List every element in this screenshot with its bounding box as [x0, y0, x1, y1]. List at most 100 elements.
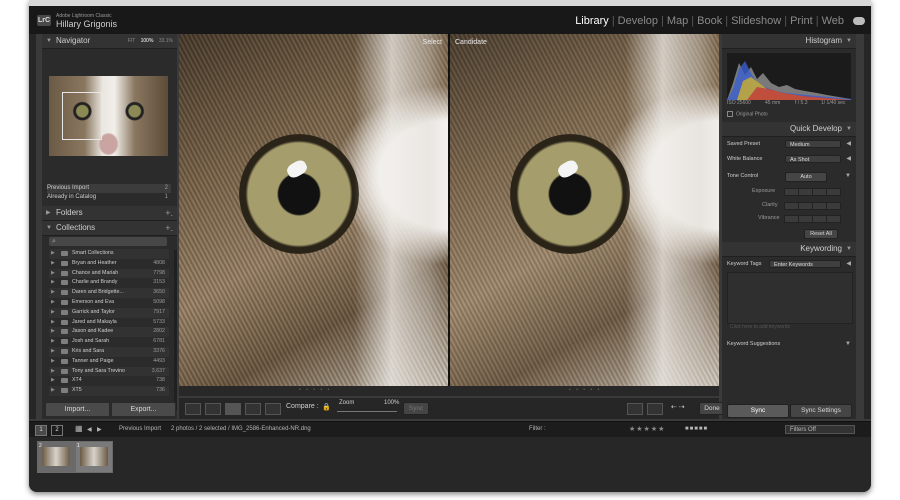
filmstrip-toolbar: 1 2 ▦ ◀ ▶ Previous Import 2 photos / 2 s…: [29, 421, 871, 438]
grid-icon[interactable]: ▦: [75, 424, 83, 433]
folders-header[interactable]: ▶ Folders +.: [42, 206, 177, 221]
sync-button[interactable]: Sync: [727, 404, 789, 418]
swap-icon[interactable]: [627, 403, 643, 415]
back-arrow-icon[interactable]: ◀: [87, 426, 92, 433]
filters-off-dropdown[interactable]: Filters Off: [785, 425, 855, 434]
left-panel-toggle[interactable]: [29, 34, 36, 419]
compare-view: Select Candidate: [179, 34, 719, 386]
collection-item[interactable]: ▶ Chance and Mariah 7798: [49, 268, 169, 279]
collections-scrollbar[interactable]: [174, 250, 177, 410]
forward-arrow-icon[interactable]: ▶: [97, 426, 102, 433]
collection-set-icon: [61, 339, 68, 345]
catalog-previous-import[interactable]: Previous Import 2: [47, 184, 171, 193]
keyword-tags-dropdown[interactable]: Enter Keywords: [769, 260, 841, 268]
filmstrip-thumbnail[interactable]: 2: [37, 441, 75, 473]
collection-set-icon: [61, 280, 68, 286]
zoom-fit[interactable]: FIT: [128, 38, 135, 44]
identity-plate-bar: LrC Adobe Lightroom Classic Hillary Grig…: [29, 6, 871, 34]
collection-item[interactable]: ▶ Jason and Kadee 2802: [49, 327, 169, 338]
collection-item[interactable]: ▶ XT5 736: [49, 386, 169, 396]
add-collection-icon[interactable]: +.: [165, 221, 173, 235]
source-label[interactable]: Previous Import: [119, 426, 161, 432]
star-rating-filter[interactable]: ★★★★★: [629, 425, 665, 433]
page-2-button[interactable]: 2: [51, 425, 63, 436]
clarity-row: Clarity: [752, 201, 841, 210]
auto-tone-button[interactable]: Auto: [785, 172, 827, 182]
histogram-graph[interactable]: [727, 53, 851, 100]
collection-item[interactable]: ▶ Smart Collections: [49, 249, 169, 259]
make-select-icon[interactable]: [647, 403, 663, 415]
module-slideshow[interactable]: Slideshow: [728, 15, 784, 27]
grid-view-icon[interactable]: [185, 403, 201, 415]
filmstrip-thumbnail[interactable]: 1: [75, 441, 113, 473]
module-map[interactable]: Map: [664, 15, 691, 27]
keyword-entry-box[interactable]: [727, 272, 853, 324]
add-folder-icon[interactable]: +.: [165, 206, 173, 220]
loupe-view-icon[interactable]: [205, 403, 221, 415]
disclosure-icon: ◀: [846, 261, 851, 267]
library-toolbar: Compare : 🔒 Zoom 100% Sync ⇠ ⇢ Done: [179, 398, 725, 419]
lock-icon[interactable]: 🔒: [322, 403, 331, 411]
reset-all-button[interactable]: Reset All: [804, 229, 838, 239]
module-print[interactable]: Print: [787, 15, 816, 27]
module-web[interactable]: Web: [819, 15, 847, 27]
catalog-already-in-catalog[interactable]: Already in Catalog 1: [47, 193, 171, 202]
survey-view-icon[interactable]: [245, 403, 261, 415]
collection-item[interactable]: ▶ Garrick and Taylor 7917: [49, 307, 169, 318]
page-1-button[interactable]: 1: [35, 425, 47, 436]
keywording-header[interactable]: Keywording ▼: [722, 242, 856, 257]
zoom-331[interactable]: 33.1%: [159, 38, 173, 44]
collection-set-icon: [61, 388, 68, 394]
quick-develop-header[interactable]: Quick Develop ▼: [722, 122, 856, 137]
original-photo-toggle[interactable]: Original Photo: [727, 111, 768, 117]
rating-dots[interactable]: • • • • •: [299, 387, 331, 393]
collection-item[interactable]: ▶ Emerson and Eva 5098: [49, 298, 169, 308]
navigator-header[interactable]: ▼ Navigator FIT 100% 33.1%: [42, 34, 177, 49]
sync-toolbar-button[interactable]: Sync: [403, 402, 429, 415]
histogram-header[interactable]: Histogram ▼: [722, 34, 856, 49]
keyword-tags-row: Keyword Tags Enter Keywords ◀: [727, 260, 851, 268]
module-library[interactable]: Library: [572, 15, 612, 27]
candidate-photo[interactable]: Candidate: [450, 34, 719, 386]
select-photo[interactable]: Select: [179, 34, 448, 386]
keyword-suggestions-row[interactable]: Keyword Suggestions ▼: [727, 340, 851, 349]
compare-view-icon[interactable]: [225, 403, 241, 415]
import-button[interactable]: Import...: [45, 402, 110, 417]
previous-arrow-icon[interactable]: ⇠ ⇢: [671, 403, 685, 411]
collection-item[interactable]: ▶ Tony and Sara Trevino 3,637: [49, 366, 169, 377]
collections-header[interactable]: ▼ Collections +.: [42, 221, 177, 236]
collection-item[interactable]: ▶ Tanner and Paige 4493: [49, 357, 169, 367]
click-to-add-keywords[interactable]: Click here to add keywords: [730, 324, 790, 330]
collection-item[interactable]: ▶ Jared and Makayla 5733: [49, 318, 169, 328]
zoom-100[interactable]: 100%: [141, 38, 154, 44]
collection-item[interactable]: ▶ Kris and Sara 3376: [49, 346, 169, 357]
people-view-icon[interactable]: [265, 403, 281, 415]
white-balance-dropdown[interactable]: As Shot: [785, 155, 841, 163]
navigator-zoom-box[interactable]: [62, 92, 102, 140]
keywording-title: Keywording: [800, 244, 842, 253]
sync-settings-button[interactable]: Sync Settings: [790, 404, 852, 418]
select-label: Select: [422, 39, 442, 46]
collections-search-input[interactable]: ⌕: [49, 237, 167, 246]
disclosure-icon: ◀: [846, 141, 851, 147]
cloud-icon[interactable]: [853, 17, 865, 25]
module-develop[interactable]: Develop: [615, 15, 661, 27]
collapse-triangle-icon: ▼: [46, 225, 52, 231]
module-book[interactable]: Book: [694, 15, 725, 27]
exposure-row: Exposure: [752, 187, 841, 196]
saved-preset-dropdown[interactable]: Medium: [785, 140, 841, 148]
collection-item[interactable]: ▶ Charlie and Brandy 3153: [49, 278, 169, 288]
rating-dots[interactable]: • • • • •: [569, 387, 601, 393]
collection-item[interactable]: ▶ Daren and Bridgette... 3650: [49, 288, 169, 298]
selection-info[interactable]: 2 photos / 2 selected / IMG_2586-Enhance…: [171, 426, 311, 432]
collection-item[interactable]: ▶ Josh and Sarah 6781: [49, 337, 169, 347]
collection-item[interactable]: ▶ XT4 738: [49, 376, 169, 386]
collapse-triangle-icon: ▼: [846, 126, 852, 132]
collection-set-icon: [61, 348, 68, 354]
zoom-slider[interactable]: [337, 411, 397, 412]
cat-eye-select: [239, 134, 359, 254]
collection-item[interactable]: ▶ Bryan and Heather 4808: [49, 259, 169, 269]
export-button[interactable]: Export...: [111, 402, 176, 417]
color-label-filter[interactable]: ■■■■■: [685, 426, 708, 432]
right-panel-toggle[interactable]: [864, 34, 871, 419]
